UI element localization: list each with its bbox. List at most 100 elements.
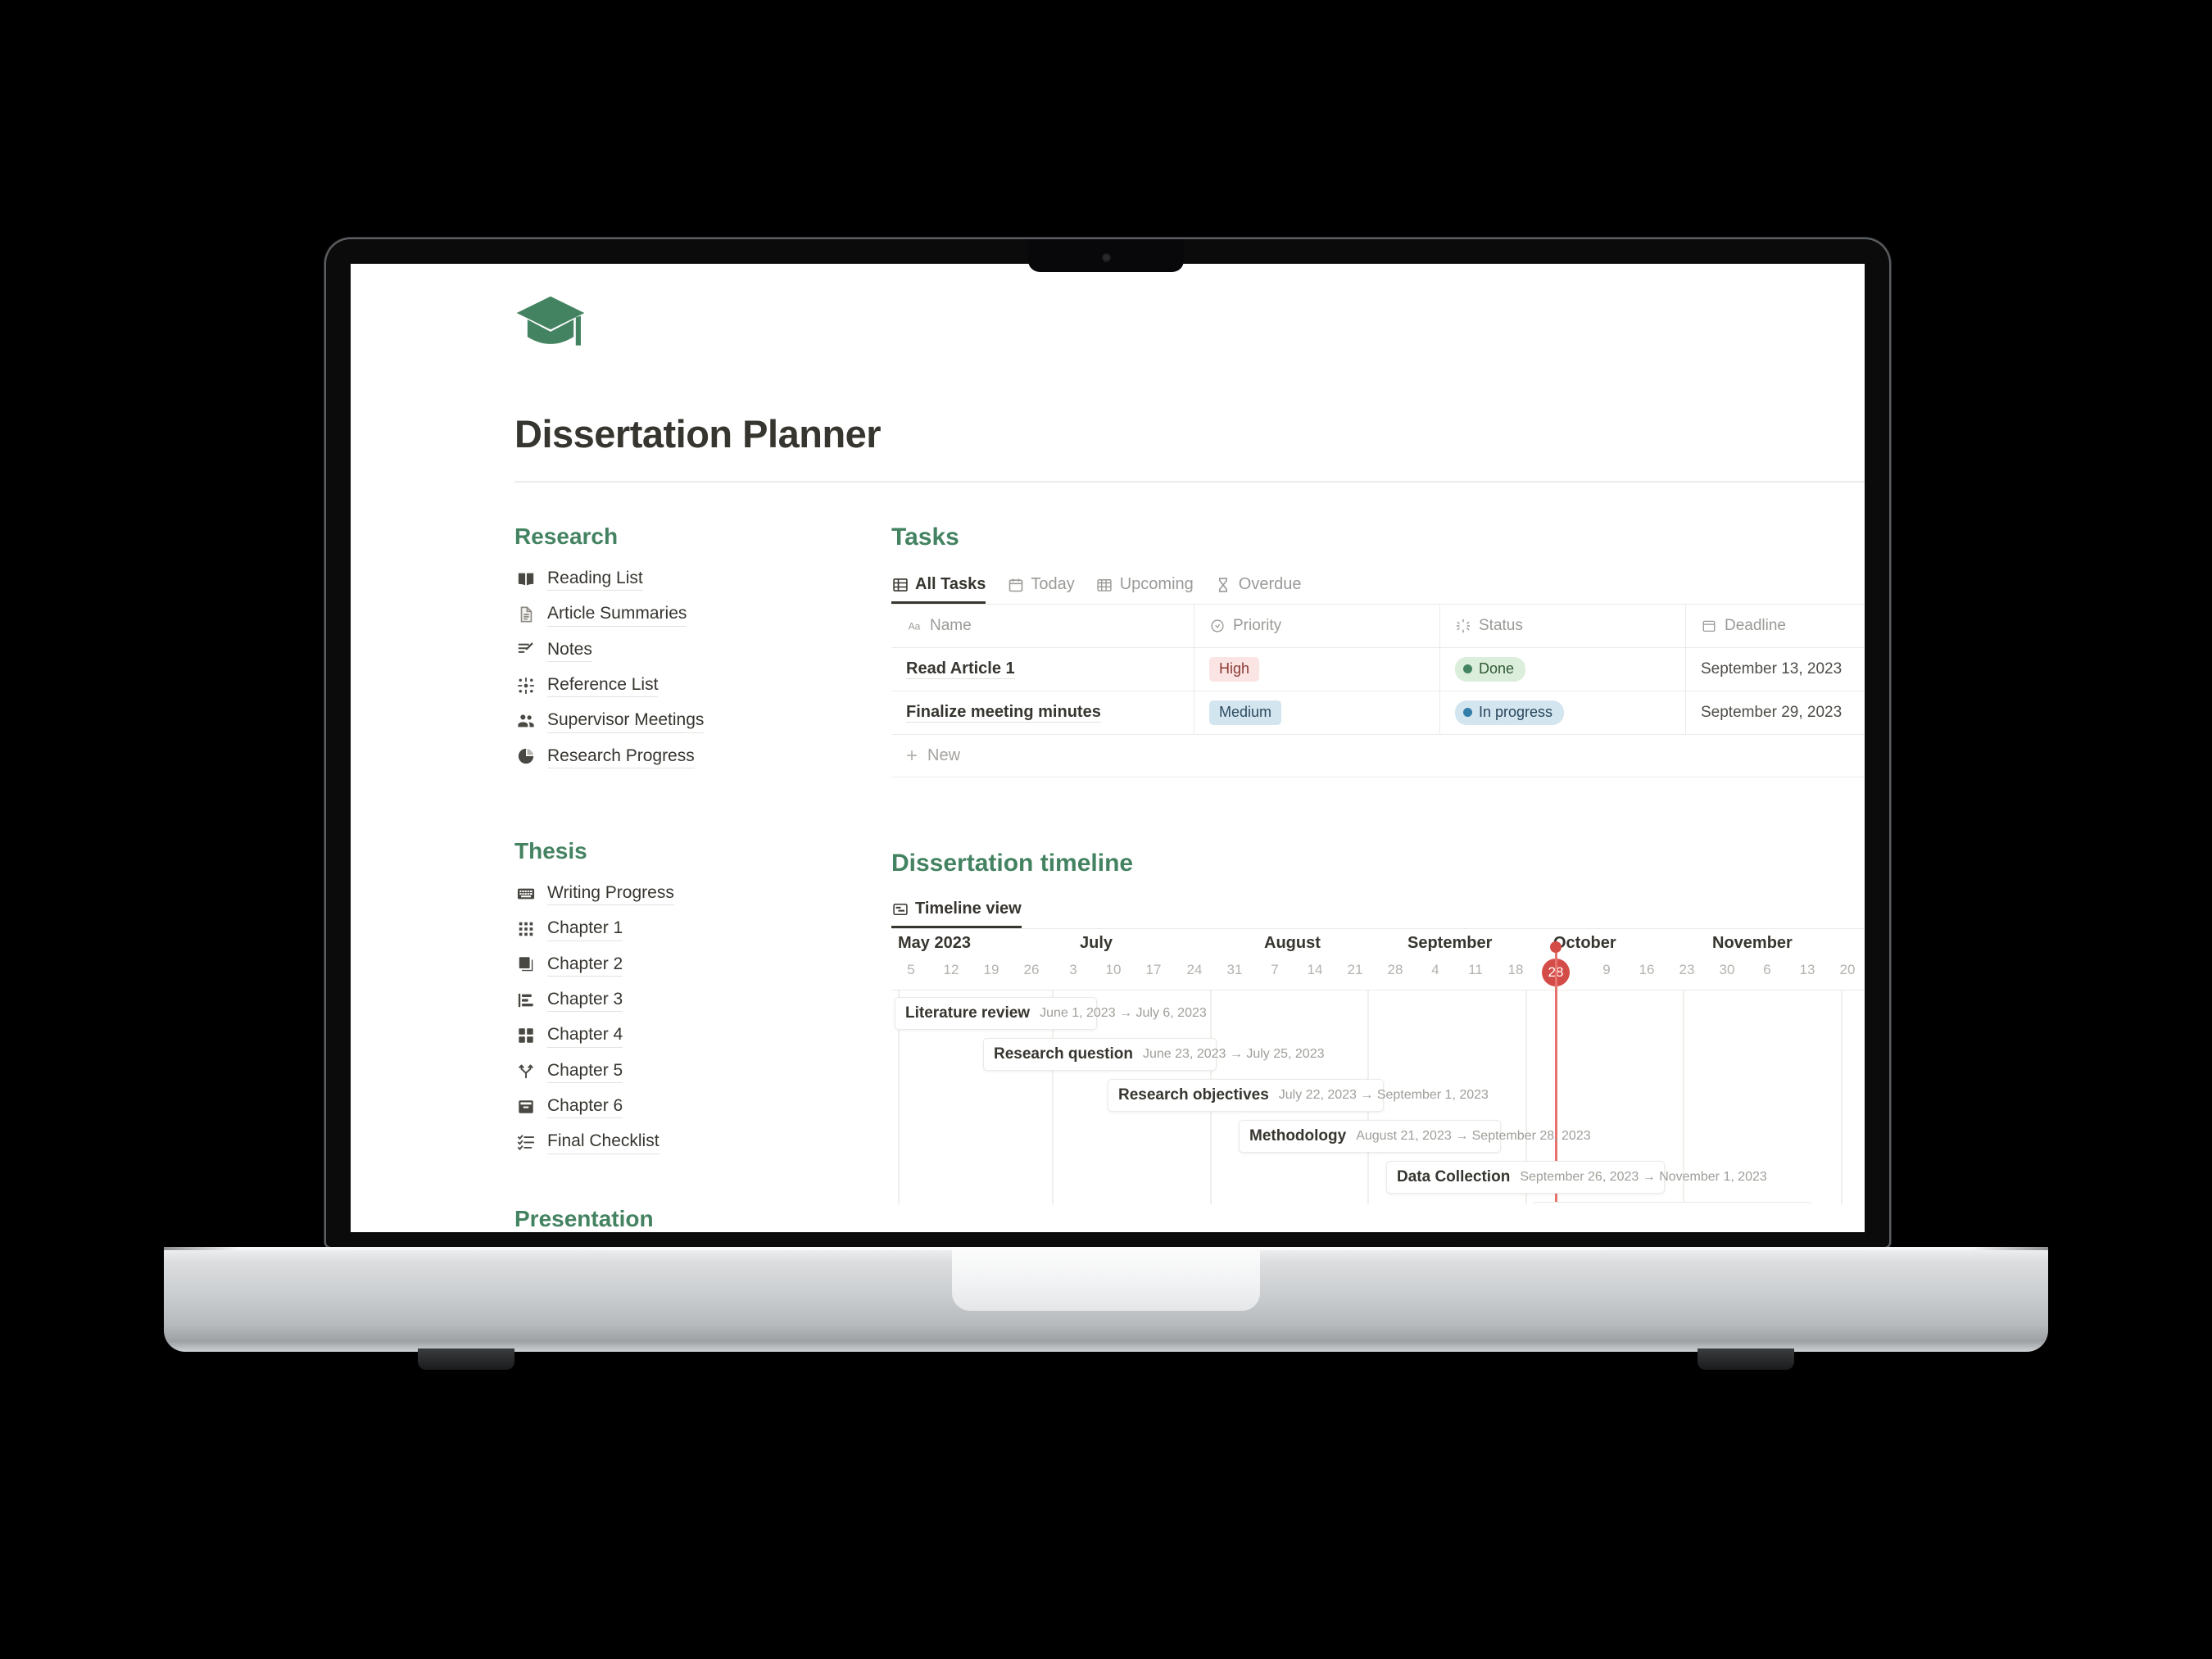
sidebar-item-label: Chapter 2 xyxy=(547,953,623,977)
laptop-foot-left xyxy=(418,1349,514,1370)
tab-today[interactable]: Today xyxy=(1007,575,1075,604)
add-new-row-button[interactable]: + New xyxy=(891,735,1865,777)
sidebar-item-label: Reference List xyxy=(547,673,659,698)
graduation-cap-icon xyxy=(514,293,1865,357)
app-page: Dissertation Planner Research Reading Li… xyxy=(351,264,1865,1232)
timeline-bar[interactable]: Methodology August 21, 2023 → September … xyxy=(1239,1120,1591,1153)
sidebar-item-reading-list[interactable]: Reading List xyxy=(514,561,891,596)
day-tick: 5 xyxy=(907,962,915,977)
timeline-bar[interactable]: Research question June 23, 2023 → July 2… xyxy=(983,1038,1325,1071)
timeline-bar[interactable]: Data Analysis October 31, 2023 → Decembe… xyxy=(1533,1202,1811,1204)
bar-dates: August 21, 2023 → September 28, 2023 xyxy=(1356,1129,1591,1143)
column-header-label: Name xyxy=(930,617,972,634)
new-row-label: New xyxy=(927,746,961,764)
tab-overdue[interactable]: Overdue xyxy=(1215,575,1302,604)
priority-badge: High xyxy=(1209,656,1260,682)
column-header-priority[interactable]: Priority xyxy=(1194,605,1440,647)
bar-dates: September 26, 2023 → November 1, 2023 xyxy=(1520,1170,1767,1184)
bar-name: Methodology xyxy=(1249,1127,1347,1145)
column-header-name[interactable]: Aa Name xyxy=(891,605,1194,647)
month-label: August xyxy=(1264,934,1321,952)
bar-dates: June 23, 2023 → July 25, 2023 xyxy=(1143,1047,1325,1061)
cell-deadline[interactable]: September 13, 2023 xyxy=(1686,648,1865,691)
sidebar-item-notes[interactable]: Notes xyxy=(514,632,891,668)
checklist-icon xyxy=(516,1132,536,1152)
status-dot-icon xyxy=(1463,708,1472,717)
column-header-deadline[interactable]: Deadline xyxy=(1686,605,1865,647)
cell-status[interactable]: In progress xyxy=(1440,691,1686,734)
bar-dates: July 22, 2023 → September 1, 2023 xyxy=(1278,1088,1489,1102)
sidebar-item-reference-list[interactable]: Reference List xyxy=(514,668,891,703)
timeline-view-icon xyxy=(891,900,909,918)
sidebar-item-chapter-1[interactable]: Chapter 1 xyxy=(514,911,891,946)
sidebar-item-label: Notes xyxy=(547,638,592,663)
tab-timeline-view[interactable]: Timeline view xyxy=(891,900,1022,928)
table-row[interactable]: Finalize meeting minutes Medium In progr… xyxy=(891,691,1865,735)
day-tick: 14 xyxy=(1307,962,1323,977)
timeline-month-row: May 2023 July August September October N… xyxy=(891,929,1865,959)
status-badge: In progress xyxy=(1455,700,1565,726)
sidebar-item-research-progress[interactable]: Research Progress xyxy=(514,739,891,774)
priority-badge: Medium xyxy=(1209,700,1282,726)
cell-name[interactable]: Finalize meeting minutes xyxy=(891,691,1194,734)
column-header-status[interactable]: Status xyxy=(1440,605,1686,647)
sidebar-item-chapter-3[interactable]: Chapter 3 xyxy=(514,982,891,1018)
sidebar-heading-presentation: Presentation xyxy=(514,1205,654,1231)
sidebar-item-chapter-4[interactable]: Chapter 4 xyxy=(514,1018,891,1053)
timeline-day-row: 5 12 19 26 3 10 17 24 31 7 14 21 28 4 11… xyxy=(891,959,1865,990)
sidebar: Research Reading List Article Summaries … xyxy=(514,524,891,1232)
sidebar-item-label: Writing Progress xyxy=(547,882,674,906)
status-badge: Done xyxy=(1455,656,1526,682)
day-tick: 7 xyxy=(1271,962,1279,977)
day-tick: 12 xyxy=(943,962,959,977)
sidebar-item-label: Chapter 6 xyxy=(547,1095,623,1119)
cell-name[interactable]: Read Article 1 xyxy=(891,648,1194,691)
month-label: September xyxy=(1407,934,1493,952)
tasks-heading: Tasks xyxy=(891,524,959,551)
archive-box-icon xyxy=(516,1097,536,1117)
tab-upcoming[interactable]: Upcoming xyxy=(1096,575,1194,604)
bar-name: Research objectives xyxy=(1118,1086,1269,1104)
sidebar-item-article-summaries[interactable]: Article Summaries xyxy=(514,596,891,632)
bar-name: Data Collection xyxy=(1397,1168,1511,1185)
text-aa-icon: Aa xyxy=(906,619,922,634)
day-tick: 9 xyxy=(1602,962,1611,977)
table-row[interactable]: Read Article 1 High Done September 13, 2… xyxy=(891,648,1865,691)
cell-priority[interactable]: High xyxy=(1194,648,1440,691)
day-tick: 30 xyxy=(1719,962,1735,977)
cell-deadline[interactable]: September 29, 2023 xyxy=(1686,691,1865,734)
tab-label: Overdue xyxy=(1238,575,1302,593)
day-tick: 4 xyxy=(1431,962,1439,977)
pie-chart-icon xyxy=(516,746,536,766)
laptop-mockup: Dissertation Planner Research Reading Li… xyxy=(0,0,2212,1659)
day-tick: 31 xyxy=(1226,962,1243,977)
sidebar-item-label: Chapter 3 xyxy=(547,988,623,1013)
sidebar-item-label: Chapter 4 xyxy=(547,1023,623,1048)
sidebar-item-final-checklist[interactable]: Final Checklist xyxy=(514,1124,891,1159)
sidebar-item-writing-progress[interactable]: Writing Progress xyxy=(514,876,891,911)
timeline-bar[interactable]: Research objectives July 22, 2023 → Sept… xyxy=(1108,1079,1489,1112)
sidebar-item-chapter-2[interactable]: Chapter 2 xyxy=(514,947,891,982)
day-tick: 24 xyxy=(1186,962,1203,977)
sidebar-item-label: Final Checklist xyxy=(547,1130,660,1154)
keyboard-icon xyxy=(516,884,536,904)
select-circle-icon xyxy=(1209,619,1225,634)
day-tick: 10 xyxy=(1105,962,1122,977)
month-label: May 2023 xyxy=(898,934,971,952)
day-tick: 6 xyxy=(1763,962,1771,977)
timeline-bars-area: Literature review June 1, 2023 → July 6,… xyxy=(891,941,1865,1204)
tasks-table: Aa Name Priority Status Deadline Read Ar… xyxy=(891,604,1865,777)
sidebar-item-supervisor-meetings[interactable]: Supervisor Meetings xyxy=(514,703,891,738)
day-tick: 17 xyxy=(1145,962,1162,977)
timeline-bar[interactable]: Data Collection September 26, 2023 → Nov… xyxy=(1386,1161,1767,1194)
cell-priority[interactable]: Medium xyxy=(1194,691,1440,734)
table-icon xyxy=(891,576,909,593)
tab-all-tasks[interactable]: All Tasks xyxy=(891,575,986,604)
bar-name: Literature review xyxy=(905,1004,1031,1022)
sidebar-item-chapter-6[interactable]: Chapter 6 xyxy=(514,1089,891,1124)
cell-status[interactable]: Done xyxy=(1440,648,1686,691)
svg-text:Aa: Aa xyxy=(908,621,920,632)
timeline-bar[interactable]: Literature review June 1, 2023 → July 6,… xyxy=(895,997,1207,1030)
sidebar-item-chapter-5[interactable]: Chapter 5 xyxy=(514,1054,891,1089)
